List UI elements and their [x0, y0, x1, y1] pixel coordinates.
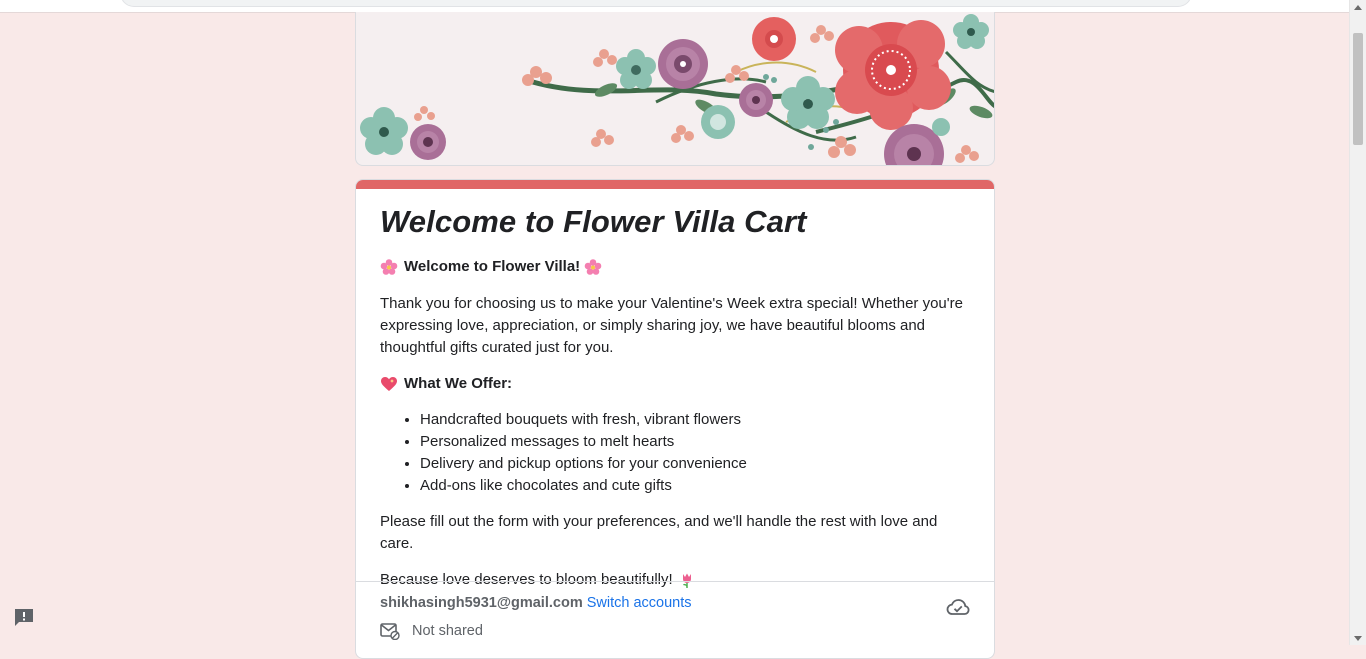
scroll-up-arrow-icon[interactable]: [1354, 5, 1362, 10]
list-item: Personalized messages to melt hearts: [420, 431, 972, 453]
offer-heading-line: What We Offer:: [380, 373, 972, 395]
account-divider: [356, 581, 994, 582]
list-item: Delivery and pickup options for your con…: [420, 453, 972, 475]
tulip-icon: [682, 573, 691, 588]
cherry-blossom-icon: [380, 259, 398, 275]
form-title: Welcome to Flower Villa Cart: [380, 204, 807, 239]
offer-heading: What We Offer:: [404, 375, 513, 392]
list-item: Add-ons like chocolates and cute gifts: [420, 475, 972, 497]
floral-header-image: [355, 12, 995, 166]
instruction-paragraph: Please fill out the form with your prefe…: [380, 513, 938, 552]
form-description-card: Welcome to Flower Villa Cart Welcome to …: [355, 179, 995, 659]
account-row: shikhasingh5931@gmail.com Switch accounts: [380, 594, 692, 612]
scroll-thumb[interactable]: [1353, 33, 1363, 145]
closing-line: Because love deserves to bloom beautiful…: [380, 569, 972, 591]
report-feedback-icon[interactable]: [13, 607, 35, 627]
cherry-blossom-icon: [584, 259, 602, 275]
share-status-row: Not shared: [380, 622, 483, 640]
closing-text: Because love deserves to bloom beautiful…: [380, 571, 673, 588]
intro-paragraph: Thank you for choosing us to make your V…: [380, 295, 963, 356]
switch-accounts-link[interactable]: Switch accounts: [587, 595, 692, 611]
welcome-line: Welcome to Flower Villa!: [380, 256, 972, 278]
list-item: Handcrafted bouquets with fresh, vibrant…: [420, 409, 972, 431]
mail-off-icon: [380, 623, 400, 640]
floral-branch-illustration: [360, 14, 994, 165]
offer-list: Handcrafted bouquets with fresh, vibrant…: [380, 409, 972, 497]
account-email: shikhasingh5931@gmail.com: [380, 595, 583, 611]
welcome-text: Welcome to Flower Villa!: [404, 258, 581, 275]
scroll-down-arrow-icon[interactable]: [1354, 636, 1362, 641]
sparkling-heart-icon: [381, 377, 397, 391]
cloud-check-icon[interactable]: [946, 597, 970, 617]
card-accent-bar: [356, 180, 994, 189]
page-scrollbar[interactable]: [1349, 0, 1366, 645]
share-status-label: Not shared: [412, 623, 483, 639]
address-bar-edge: [120, 0, 1192, 7]
